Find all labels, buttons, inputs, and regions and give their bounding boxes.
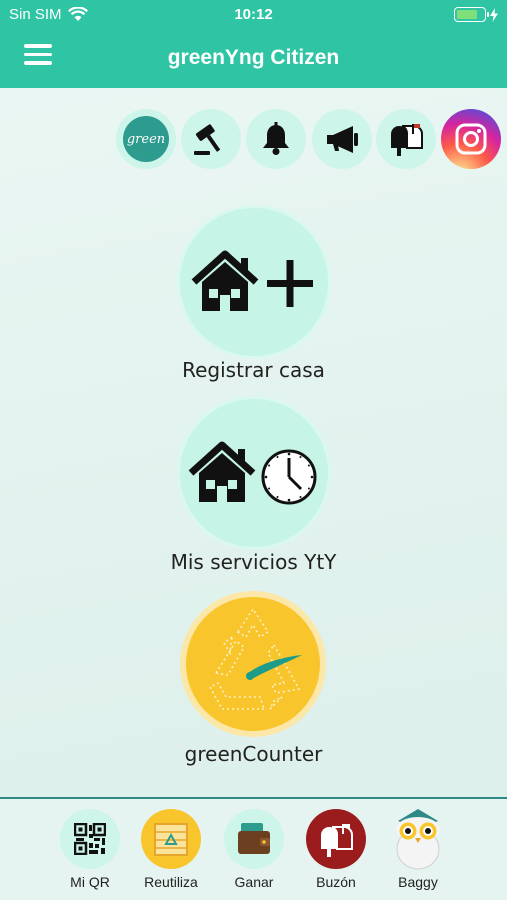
- my-services-label: Mis servicios YtY: [170, 550, 337, 574]
- tab-label: Reutiliza: [144, 874, 198, 890]
- tab-label: Mi QR: [70, 874, 110, 890]
- battery-group: [454, 7, 499, 22]
- gavel-glyph: [194, 124, 221, 155]
- tab-label: Baggy: [398, 874, 438, 890]
- mailbox-icon: [306, 809, 366, 869]
- tab-ganar[interactable]: Ganar: [219, 809, 289, 890]
- register-house-label: Registrar casa: [182, 358, 325, 382]
- tab-label: Ganar: [234, 874, 274, 890]
- tab-reutiliza[interactable]: Reutiliza: [136, 809, 206, 890]
- owl-mascot-glyph: [396, 809, 440, 870]
- my-services-button[interactable]: [180, 399, 328, 547]
- megaphone-icon[interactable]: [312, 109, 372, 169]
- megaphone-glyph: [327, 126, 358, 153]
- house-plus-icon: [191, 250, 313, 311]
- tab-mi-qr[interactable]: Mi QR: [55, 809, 125, 890]
- charging-icon: [490, 7, 498, 22]
- recycle-gauge-icon: [208, 607, 302, 710]
- tab-baggy[interactable]: Baggy: [383, 809, 453, 890]
- tab-label: Buzón: [316, 874, 356, 890]
- house-clock-icon: [188, 441, 317, 505]
- mailbox-glyph: [321, 824, 354, 857]
- clock: 10:12: [234, 6, 273, 23]
- green-counter-button[interactable]: [180, 591, 326, 737]
- bottom-tab-bar: Mi QR Reutiliza Ganar Buzón Baggy: [0, 797, 507, 900]
- green-counter-label: greenCounter: [184, 742, 323, 766]
- recycle-bin-icon: [141, 809, 201, 869]
- qr-code-glyph: [74, 823, 106, 855]
- app-header: greenYng Citizen: [0, 30, 507, 88]
- recycle-bin-glyph: [154, 823, 188, 856]
- tab-buzon[interactable]: Buzón: [301, 809, 371, 890]
- battery-icon: [454, 7, 489, 22]
- quick-icon-row: green: [0, 109, 507, 169]
- instagram-icon[interactable]: [441, 109, 501, 169]
- green-logo-icon[interactable]: green: [116, 109, 176, 169]
- instagram-glyph: [455, 123, 487, 155]
- register-house-button[interactable]: [180, 208, 328, 356]
- green-logo-text: green: [123, 116, 169, 162]
- mailbox-glyph: [391, 124, 424, 156]
- green-counter-dial: [186, 597, 320, 731]
- status-bar: Sin SIM 10:12: [0, 0, 507, 30]
- owl-mascot-icon: [388, 809, 448, 870]
- gavel-icon[interactable]: [181, 109, 241, 169]
- qr-code-icon: [60, 809, 120, 869]
- page-title: greenYng Citizen: [167, 46, 340, 69]
- mailbox-icon[interactable]: [376, 109, 436, 169]
- bell-icon[interactable]: [246, 109, 306, 169]
- wallet-icon: [224, 809, 284, 869]
- wallet-glyph: [238, 823, 270, 854]
- bell-glyph: [263, 122, 289, 155]
